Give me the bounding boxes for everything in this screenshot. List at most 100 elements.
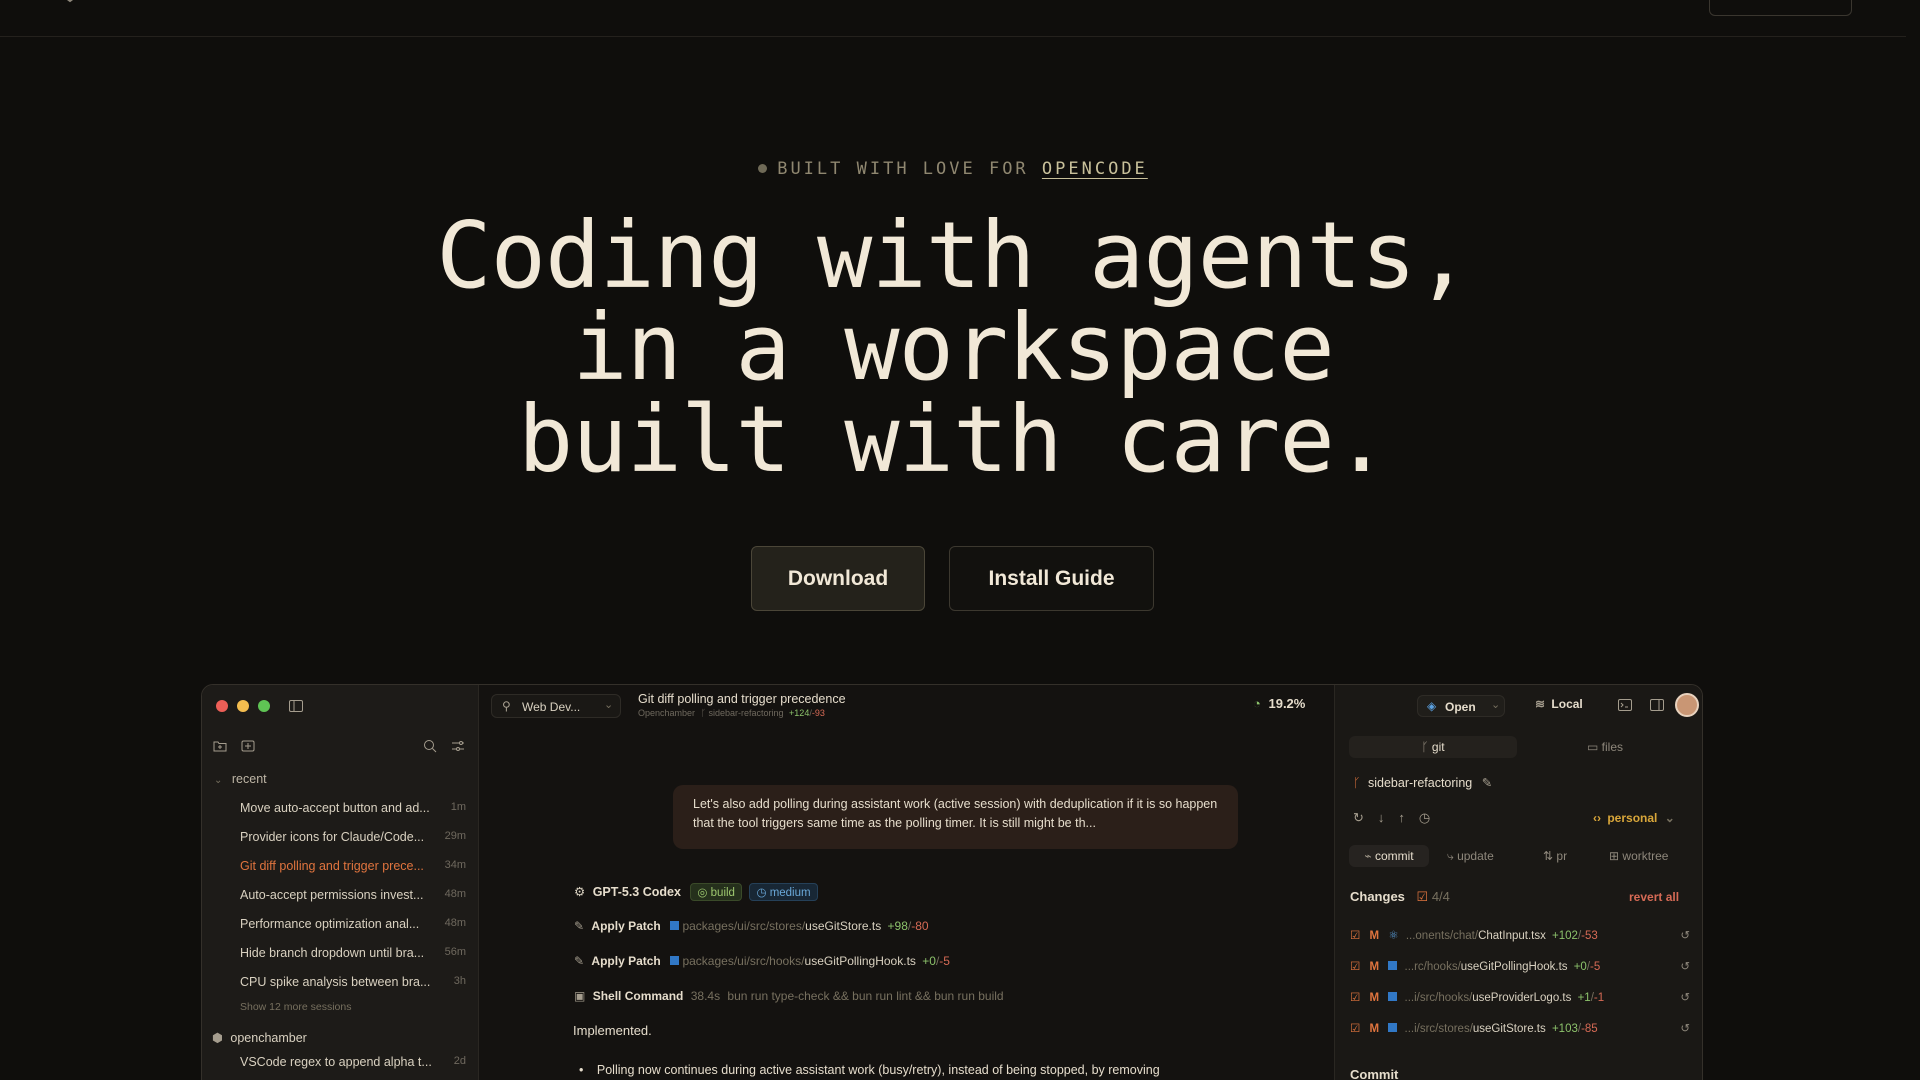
- recent-group[interactable]: ⌄ recent: [214, 772, 267, 786]
- open-in-editor-button[interactable]: ◈ Open ⌄: [1417, 695, 1505, 717]
- nav-cta-button[interactable]: [1709, 0, 1852, 16]
- open-label: Open: [1445, 700, 1476, 714]
- minimize-window-icon[interactable]: [237, 700, 249, 712]
- session-deletions: -93: [811, 708, 825, 718]
- bullet-text: Polling now continues during active assi…: [596, 1063, 1160, 1077]
- pull-icon[interactable]: ↓: [1378, 810, 1399, 825]
- changed-file-row[interactable]: ☑ M ⚛ ...onents/chat/ChatInput.tsx +102/…: [1350, 928, 1690, 942]
- project-name: openchamber: [230, 1031, 307, 1045]
- headline-line-1: Coding with agents,: [436, 202, 1470, 309]
- branch-name: sidebar-refactoring: [1368, 776, 1473, 790]
- terminal-toggle-icon[interactable]: [1617, 697, 1633, 713]
- file-additions: +0: [1573, 961, 1587, 973]
- session-item[interactable]: Auto-accept permissions invest... 48m: [240, 888, 470, 908]
- revert-all-button[interactable]: revert all: [1629, 890, 1679, 904]
- progress-ring-icon: ◔: [1253, 696, 1261, 711]
- pencil-icon: ✎: [574, 919, 585, 933]
- typescript-icon: [1388, 992, 1398, 1001]
- session-item-active[interactable]: Git diff polling and trigger prece... 34…: [240, 859, 470, 879]
- tool-path-prefix: packages/ui/src/stores/: [682, 919, 806, 933]
- git-actions-toolbar: ↻↓↑◷: [1353, 810, 1444, 826]
- tool-name: Apply Patch: [591, 954, 661, 968]
- shell-command-row[interactable]: ▣ Shell Command 38.4s bun run type-check…: [574, 989, 1004, 1003]
- branch-icon: ᚴ: [1421, 740, 1429, 754]
- changed-file-row[interactable]: ☑ M ...i/src/stores/useGitStore.ts +103/…: [1350, 1021, 1690, 1035]
- pull-request-icon: ⇅: [1543, 849, 1554, 863]
- session-item[interactable]: Hide branch dropdown until bra... 56m: [240, 946, 470, 966]
- tool-deletions: -80: [911, 919, 929, 933]
- checkbox-checked-icon[interactable]: ☑: [1350, 961, 1360, 973]
- session-time: 48m: [444, 917, 466, 929]
- update-mode-tab[interactable]: ⤷ update: [1447, 849, 1494, 864]
- session-item[interactable]: Move auto-accept button and ad... 1m: [240, 801, 470, 821]
- checkbox-checked-icon[interactable]: ☑: [1350, 930, 1360, 942]
- project-selector-label: Web Dev...: [522, 700, 581, 714]
- effort-badge-label: medium: [769, 887, 811, 899]
- session-item[interactable]: VSCode regex to append alpha t... 2d: [240, 1055, 470, 1075]
- new-folder-icon[interactable]: [212, 738, 228, 754]
- sidebar-toggle-icon[interactable]: [288, 698, 304, 714]
- changed-file-row[interactable]: ☑ M ...i/src/hooks/useProviderLogo.ts +1…: [1350, 990, 1690, 1004]
- local-selector[interactable]: ≋ Local: [1535, 697, 1583, 711]
- user-message: Let's also add polling during assistant …: [673, 785, 1238, 849]
- filter-icon[interactable]: [450, 738, 466, 754]
- tab-files[interactable]: ▭ files: [1521, 736, 1689, 758]
- push-icon[interactable]: ↑: [1398, 810, 1419, 825]
- file-status: M: [1369, 1023, 1380, 1035]
- tool-call-row[interactable]: ✎ Apply Patch packages/ui/src/stores/use…: [574, 919, 929, 933]
- merge-icon: ⤷: [1447, 849, 1454, 863]
- avatar[interactable]: [1675, 693, 1699, 717]
- show-more-sessions-link[interactable]: Show 12 more sessions: [240, 1001, 351, 1013]
- local-label: Local: [1551, 697, 1583, 711]
- checkbox-checked-icon[interactable]: ☑: [1417, 889, 1429, 904]
- checkbox-checked-icon[interactable]: ☑: [1350, 992, 1360, 1004]
- worktree-icon: ⊞: [1609, 849, 1620, 863]
- revert-icon[interactable]: ↺: [1680, 959, 1690, 973]
- model-name: GPT-5.3 Codex: [592, 885, 681, 899]
- tool-deletions: -5: [939, 954, 950, 968]
- file-additions: +102: [1552, 930, 1578, 942]
- close-window-icon[interactable]: [216, 700, 228, 712]
- maximize-window-icon[interactable]: [258, 700, 270, 712]
- recent-group-label: recent: [231, 772, 267, 786]
- search-icon[interactable]: [422, 738, 438, 754]
- bullet-icon: •: [579, 1063, 584, 1077]
- project-openchamber[interactable]: ⬢ openchamber: [212, 1030, 307, 1045]
- file-deletions: -85: [1581, 1023, 1598, 1035]
- revert-icon[interactable]: ↺: [1680, 928, 1690, 942]
- session-item[interactable]: Provider icons for Claude/Code... 29m: [240, 830, 470, 850]
- changed-file-row[interactable]: ☑ M ...rc/hooks/useGitPollingHook.ts +0/…: [1350, 959, 1690, 973]
- checkbox-checked-icon[interactable]: ☑: [1350, 1023, 1360, 1035]
- session-item[interactable]: Performance optimization anal... 48m: [240, 917, 470, 937]
- logo-icon[interactable]: [58, 0, 82, 6]
- refresh-icon[interactable]: ↻: [1353, 810, 1378, 825]
- revert-icon[interactable]: ↺: [1680, 990, 1690, 1004]
- download-button[interactable]: Download: [751, 546, 925, 611]
- commit-mode-tab[interactable]: ⌁ commit: [1349, 845, 1429, 867]
- session-time: 48m: [444, 888, 466, 900]
- right-panel-toggle-icon[interactable]: [1649, 697, 1665, 713]
- project-selector[interactable]: ⚲ Web Dev... ⌄: [491, 694, 621, 718]
- pr-mode-tab[interactable]: ⇅ pr: [1543, 849, 1567, 863]
- revert-icon[interactable]: ↺: [1680, 1021, 1690, 1035]
- new-session-icon[interactable]: [240, 738, 256, 754]
- context-usage[interactable]: ◔ 19.2%: [1253, 696, 1305, 711]
- session-title: Move auto-accept button and ad...: [240, 801, 430, 815]
- tab-git[interactable]: ᚴ git: [1349, 736, 1517, 758]
- tool-call-row[interactable]: ✎ Apply Patch packages/ui/src/hooks/useG…: [574, 954, 950, 968]
- session-title: VSCode regex to append alpha t...: [240, 1055, 432, 1069]
- session-title: Hide branch dropdown until bra...: [240, 946, 425, 960]
- session-title: Git diff polling and trigger prece...: [240, 859, 424, 873]
- react-icon: ⚛: [1388, 930, 1399, 942]
- history-icon[interactable]: ◷: [1419, 810, 1444, 825]
- top-nav: [0, 0, 1906, 37]
- worktree-mode-tab[interactable]: ⊞ worktree: [1609, 849, 1668, 863]
- shell-name: Shell Command: [592, 989, 684, 1003]
- file-icon: [670, 956, 680, 965]
- identity-selector[interactable]: ‹› personal ⌄: [1593, 811, 1675, 825]
- install-guide-button[interactable]: Install Guide: [949, 546, 1154, 611]
- session-title-header: Git diff polling and trigger precedence: [638, 692, 846, 706]
- session-item[interactable]: CPU spike analysis between bra... 3h: [240, 975, 470, 995]
- opencode-link[interactable]: OPENCODE: [1042, 159, 1148, 179]
- branch-row[interactable]: ᚴ sidebar-refactoring ✎: [1353, 775, 1492, 790]
